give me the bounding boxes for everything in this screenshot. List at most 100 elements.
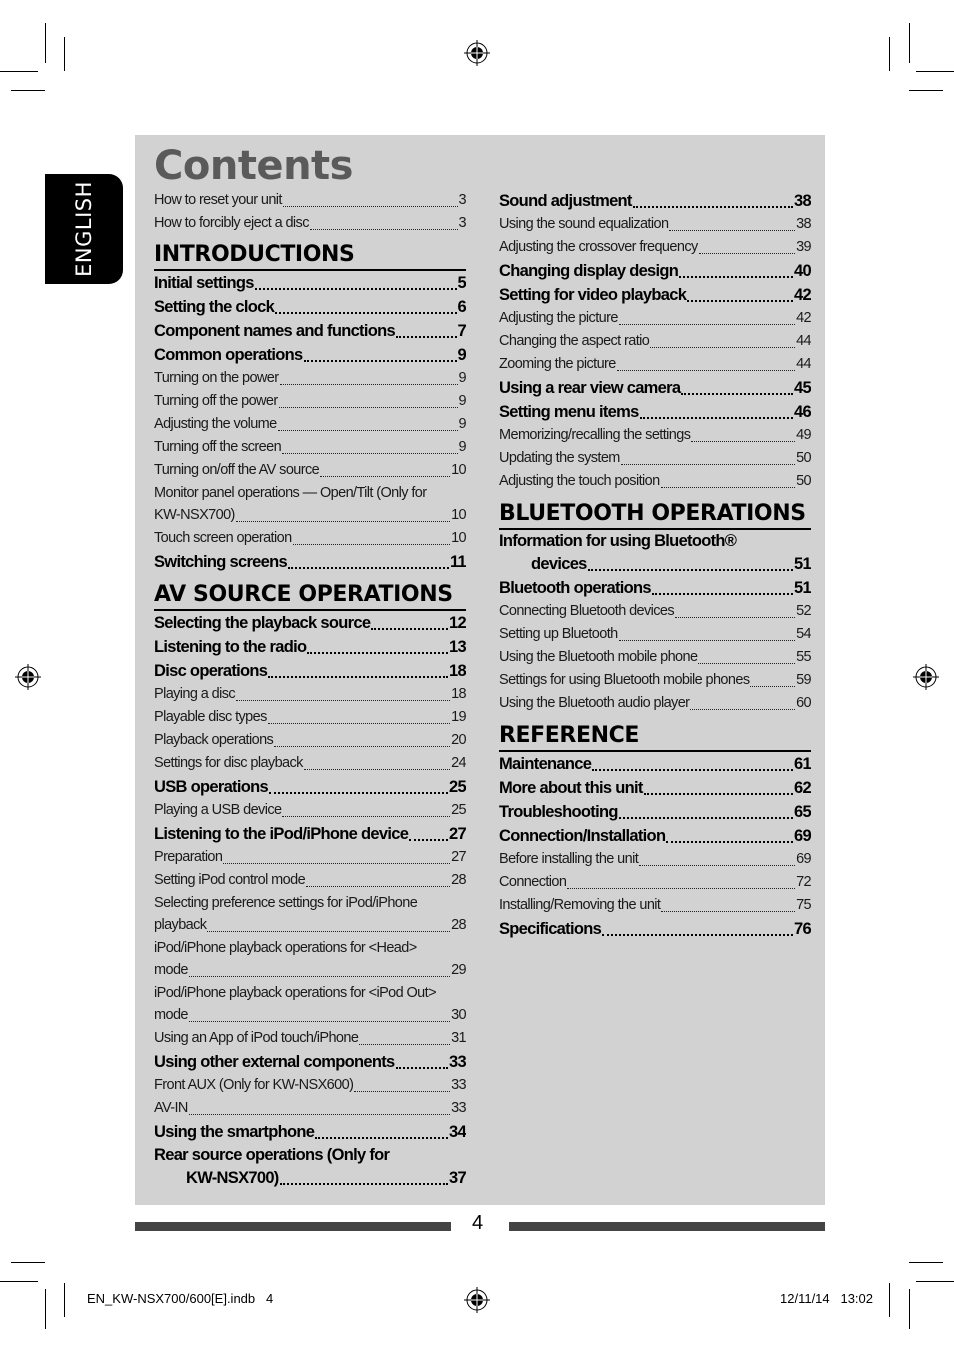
toc-entry[interactable]: Selecting preference settings for iPod/i… [154,892,466,914]
toc-entry[interactable]: Switching screens 11 [154,550,466,574]
toc-entry[interactable]: KW-NSX700) 37 [154,1166,466,1190]
dot-leader [306,886,451,887]
toc-entry[interactable]: Adjusting the volume 9 [154,413,466,436]
dot-leader [618,640,796,641]
toc-entry-page: 9 [458,393,466,409]
toc-entry[interactable]: Connection 72 [499,871,811,894]
toc-entry[interactable]: KW-NSX700) 10 [154,504,466,527]
toc-entry[interactable]: mode 30 [154,1004,466,1027]
toc-entry[interactable]: Preparation 27 [154,846,466,869]
dot-leader [282,816,451,817]
toc-entry[interactable]: devices 51 [499,552,811,576]
toc-entry[interactable]: Turning off the power 9 [154,390,466,413]
toc-entry-label: Switching screens [154,553,288,571]
toc-entry[interactable]: Changing display design 40 [499,259,811,283]
crop-mark [889,37,890,71]
toc-entry[interactable]: Monitor panel operations — Open/Tilt (On… [154,482,466,504]
dot-leader [223,863,451,864]
toc-entry[interactable]: iPod/iPhone playback operations for <Hea… [154,937,466,959]
toc-entry[interactable]: Troubleshooting 65 [499,800,811,824]
toc-entry[interactable]: Updating the system 50 [499,447,811,470]
toc-entry[interactable]: Playing a disc 18 [154,683,466,706]
toc-entry[interactable]: Using other external components 33 [154,1050,466,1074]
crop-mark [64,37,65,71]
toc-entry[interactable]: Adjusting the picture 42 [499,307,811,330]
toc-entry[interactable]: Using an App of iPod touch/iPhone 31 [154,1027,466,1050]
toc-entry[interactable]: Playing a USB device 25 [154,799,466,822]
toc-entry-page: 69 [796,851,811,867]
toc-entry[interactable]: How to reset your unit 3 [154,189,466,212]
crop-mark [916,71,954,72]
dot-leader [661,911,796,912]
toc-entry[interactable]: playback 28 [154,914,466,937]
toc-entry[interactable]: Setting the clock 6 [154,295,466,319]
footer-bar-right [509,1222,825,1231]
toc-entry[interactable]: Listening to the radio 13 [154,635,466,659]
toc-entry[interactable]: Information for using Bluetooth® [499,530,811,552]
toc-entry[interactable]: Disc operations 18 [154,659,466,683]
toc-entry-page: 28 [451,917,466,933]
toc-entry[interactable]: More about this unit 62 [499,776,811,800]
toc-entry[interactable]: Memorizing/recalling the settings 49 [499,424,811,447]
toc-entry-page: 51 [794,555,811,573]
toc-entry[interactable]: Maintenance 61 [499,752,811,776]
left-column: How to reset your unit 3 How to forcibly e… [154,189,466,1190]
toc-entry[interactable]: Installing/Removing the unit 75 [499,894,811,917]
toc-entry[interactable]: Listening to the iPod/iPhone device 27 [154,822,466,846]
toc-entry-label: Before installing the unit [499,851,639,867]
toc-entry[interactable]: Common operations 9 [154,343,466,367]
toc-entry-page: 11 [449,553,466,571]
toc-entry-page: 54 [796,626,811,642]
crop-mark [11,1262,45,1263]
toc-entry[interactable]: Connecting Bluetooth devices 52 [499,600,811,623]
toc-entry-label: AV-IN [154,1100,188,1116]
dot-leader [188,976,451,977]
toc-entry[interactable]: Adjusting the crossover frequency 39 [499,236,811,259]
toc-entry[interactable]: Setting up Bluetooth 54 [499,623,811,646]
toc-entry[interactable]: Using a rear view camera 45 [499,376,811,400]
toc-entry[interactable]: Using the smartphone 34 [154,1120,466,1144]
toc-entry-label: Connection/Installation [499,827,666,845]
toc-entry[interactable]: Using the Bluetooth audio player 60 [499,692,811,715]
toc-entry[interactable]: Playback operations 20 [154,729,466,752]
toc-entry[interactable]: How to forcibly eject a disc 3 [154,212,466,235]
dot-leader [681,393,794,395]
toc-entry[interactable]: iPod/iPhone playback operations for <iPo… [154,982,466,1004]
toc-entry[interactable]: USB operations 25 [154,775,466,799]
toc-entry[interactable]: Turning on/off the AV source 10 [154,459,466,482]
toc-entry[interactable]: Setting iPod control mode 28 [154,869,466,892]
toc-entry-page: 3 [458,215,466,231]
toc-entry-page: 49 [796,427,811,443]
toc-entry[interactable]: Turning off the screen 9 [154,436,466,459]
toc-entry[interactable]: Using the Bluetooth mobile phone 55 [499,646,811,669]
toc-entry[interactable]: Initial settings 5 [154,271,466,295]
toc-entry[interactable]: Turning on the power 9 [154,367,466,390]
toc-entry[interactable]: mode 29 [154,959,466,982]
toc-entry[interactable]: Playable disc types 19 [154,706,466,729]
toc-entry[interactable]: Selecting the playback source 12 [154,611,466,635]
toc-entry-page: 76 [794,920,811,938]
toc-entry-page: 7 [457,322,466,340]
toc-entry[interactable]: Rear source operations (Only for [154,1144,466,1166]
toc-entry[interactable]: Specifications 76 [499,917,811,941]
toc-entry[interactable]: Bluetooth operations 51 [499,576,811,600]
toc-entry[interactable]: Settings for disc playback 24 [154,752,466,775]
toc-entry[interactable]: Sound adjustment 38 [499,189,811,213]
toc-entry[interactable]: AV-IN 33 [154,1097,466,1120]
toc-entry[interactable]: Zooming the picture 44 [499,353,811,376]
toc-entry[interactable]: Changing the aspect ratio 44 [499,330,811,353]
toc-entry[interactable]: Adjusting the touch position 50 [499,470,811,493]
toc-entry[interactable]: Before installing the unit 69 [499,848,811,871]
toc-entry[interactable]: Front AUX (Only for KW-NSX600) 33 [154,1074,466,1097]
toc-entry[interactable]: Setting menu items 46 [499,400,811,424]
toc-entry[interactable]: Setting for video playback 42 [499,283,811,307]
toc-entry[interactable]: Component names and functions 7 [154,319,466,343]
toc-entry-page: 19 [451,709,466,725]
toc-entry[interactable]: Settings for using Bluetooth mobile phon… [499,669,811,692]
dot-leader [303,769,451,770]
toc-entry[interactable]: Using the sound equalization 38 [499,213,811,236]
toc-entry-label: Listening to the iPod/iPhone device [154,825,409,843]
toc-entry[interactable]: Touch screen operation 10 [154,527,466,550]
toc-entry[interactable]: Connection/Installation 69 [499,824,811,848]
toc-entry-label: Bluetooth operations [499,579,652,597]
